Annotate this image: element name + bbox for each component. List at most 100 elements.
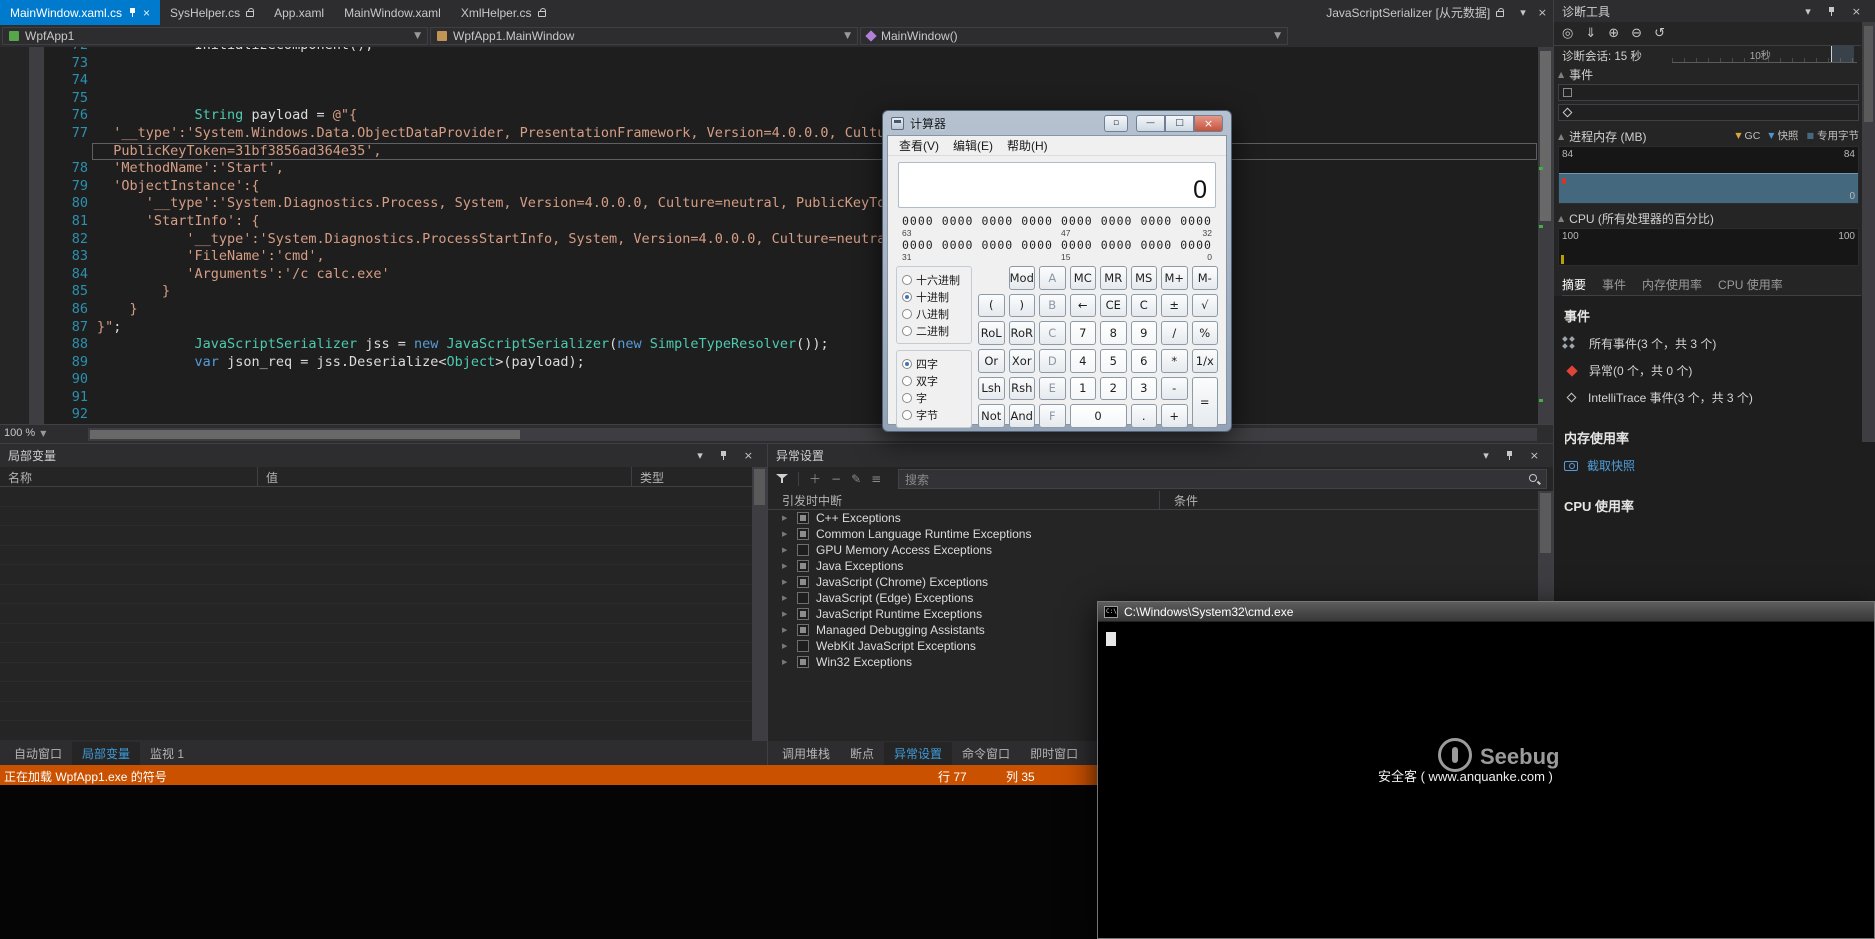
locals-title-bar[interactable]: 局部变量 ▾ × <box>0 444 767 467</box>
calc-key-1/x[interactable]: 1/x <box>1192 349 1219 373</box>
cmd-title-bar[interactable]: C:\ C:\Windows\System32\cmd.exe <box>1098 602 1874 622</box>
breakpoint-margin[interactable] <box>0 47 29 424</box>
bit-group[interactable]: 0000 <box>1101 214 1133 238</box>
summary-item[interactable]: 所有事件(3 个，共 3 个) <box>1564 335 1865 352</box>
expander-icon[interactable]: ▶ <box>782 546 790 554</box>
radio-option[interactable]: 八进制 <box>902 305 966 322</box>
exception-checkbox[interactable] <box>797 528 809 540</box>
calc-key-9[interactable]: 9 <box>1131 321 1158 345</box>
menu-item[interactable]: 帮助(H) <box>1000 137 1055 154</box>
minimize-button[interactable]: — <box>1136 115 1165 132</box>
expander-icon[interactable]: ▶ <box>782 642 790 650</box>
bit-group[interactable]: 000031 <box>902 238 934 262</box>
doc-tab[interactable]: App.xaml <box>264 0 334 25</box>
bit-group[interactable]: 0000 <box>982 238 1014 262</box>
pin-icon[interactable] <box>1827 6 1836 17</box>
zoom-in-icon[interactable]: ⊕ <box>1608 27 1619 40</box>
calc-key-([interactable]: ( <box>978 294 1005 318</box>
take-snapshot-link[interactable]: 截取快照 <box>1564 457 1865 474</box>
calc-key-E[interactable]: E <box>1039 377 1066 401</box>
doc-tab[interactable]: MainWindow.xaml <box>334 0 451 25</box>
member-dropdown[interactable]: MainWindow() ▼ <box>860 27 1288 45</box>
calc-key-*[interactable]: * <box>1161 349 1188 373</box>
bit-group[interactable]: 0000 <box>1021 238 1053 262</box>
locals-grid[interactable] <box>0 487 752 741</box>
tab-list-dropdown-icon[interactable]: ▾ <box>1514 0 1532 25</box>
diag-tab[interactable]: 内存使用率 <box>1642 276 1702 293</box>
calc-key-Lsh[interactable]: Lsh <box>978 377 1005 401</box>
reset-view-icon[interactable]: ↺ <box>1654 27 1665 40</box>
calc-key-Rsh[interactable]: Rsh <box>1009 377 1036 401</box>
scrollbar-thumb[interactable] <box>1540 51 1551 221</box>
add-icon[interactable]: ＋ <box>809 473 821 485</box>
close-icon[interactable]: × <box>1846 5 1867 18</box>
expander-icon[interactable]: ▶ <box>782 562 790 570</box>
calc-key-=[interactable]: = <box>1192 377 1219 428</box>
close-icon[interactable]: × <box>1524 449 1545 462</box>
calc-key-5[interactable]: 5 <box>1100 349 1127 373</box>
calc-key-←[interactable]: ← <box>1070 294 1097 318</box>
editor-vertical-scrollbar[interactable] <box>1538 47 1553 424</box>
panel-tab[interactable]: 局部变量 <box>72 742 140 765</box>
summary-item[interactable]: IntelliTrace 事件(3 个，共 3 个) <box>1564 389 1865 406</box>
calc-key-C[interactable]: C <box>1039 321 1066 345</box>
calc-key-3[interactable]: 3 <box>1131 377 1158 401</box>
exception-checkbox[interactable] <box>797 624 809 636</box>
exceptions-title-bar[interactable]: 异常设置 ▾ × <box>768 444 1553 467</box>
editor-horizontal-scrollbar[interactable] <box>88 428 1537 441</box>
calc-key-MC[interactable]: MC <box>1070 266 1097 290</box>
code-lines[interactable]: InitializeComponent(); String payload = … <box>92 47 1537 424</box>
expander-icon[interactable]: ▶ <box>782 594 790 602</box>
calc-key-MS[interactable]: MS <box>1131 266 1158 290</box>
doc-tab[interactable]: XmlHelper.cs <box>451 0 556 25</box>
pin-icon[interactable] <box>1505 450 1514 461</box>
exception-checkbox[interactable] <box>797 560 809 572</box>
calc-key-/[interactable]: / <box>1161 321 1188 345</box>
search-icon[interactable] <box>1528 473 1540 485</box>
timeline-ruler[interactable]: 10秒 <box>1672 46 1857 63</box>
scrollbar-thumb[interactable] <box>90 430 520 439</box>
bit-group[interactable]: 0000 <box>1101 238 1133 262</box>
calc-key-F[interactable]: F <box>1039 404 1066 428</box>
calc-key-±[interactable]: ± <box>1161 294 1188 318</box>
locals-scrollbar[interactable] <box>752 467 767 741</box>
expander-icon[interactable]: ▶ <box>782 578 790 586</box>
exception-checkbox[interactable] <box>797 656 809 668</box>
calc-key-RoR[interactable]: RoR <box>1009 321 1036 345</box>
export-icon[interactable]: ⇓ <box>1585 27 1596 40</box>
diag-tab[interactable]: 事件 <box>1602 276 1626 293</box>
project-dropdown[interactable]: WpfApp1 ▼ <box>2 27 428 45</box>
diag-tab[interactable]: 摘要 <box>1562 276 1586 293</box>
bit-group[interactable]: 00000 <box>1180 238 1212 262</box>
maximize-button[interactable]: □ <box>1165 115 1194 132</box>
select-tool-icon[interactable]: ◎ <box>1562 27 1573 40</box>
zoom-out-icon[interactable]: ⊖ <box>1631 27 1642 40</box>
panel-tab[interactable]: 调用堆栈 <box>772 742 840 765</box>
code-editor[interactable]: 7273747576777879808182838485868788899091… <box>0 47 1553 424</box>
radio-option[interactable]: 二进制 <box>902 322 966 339</box>
bit-group[interactable]: 0000 <box>1141 214 1173 238</box>
bit-group[interactable]: 000015 <box>1061 238 1093 262</box>
close-document-icon[interactable]: × <box>1532 0 1553 25</box>
remove-icon[interactable]: − <box>831 473 841 485</box>
doc-tab[interactable]: MainWindow.xaml.cs× <box>0 0 160 25</box>
exception-checkbox[interactable] <box>797 592 809 604</box>
panel-tab[interactable]: 命令窗口 <box>952 742 1020 765</box>
calc-key-√[interactable]: √ <box>1192 294 1219 318</box>
radio-option[interactable]: 十进制 <box>902 288 966 305</box>
close-button[interactable]: × <box>1194 115 1223 132</box>
bit-group[interactable]: 0000 <box>1021 214 1053 238</box>
exception-checkbox[interactable] <box>797 640 809 652</box>
bit-group[interactable]: 0000 <box>942 238 974 262</box>
bit-group[interactable]: 000047 <box>1061 214 1093 238</box>
calc-key-)[interactable]: ) <box>1009 294 1036 318</box>
menu-item[interactable]: 编辑(E) <box>946 137 1000 154</box>
calc-key-MR[interactable]: MR <box>1100 266 1127 290</box>
titlebar-extra-button[interactable]: ▫ <box>1104 115 1128 132</box>
calc-key-+[interactable]: + <box>1161 404 1188 428</box>
panel-tab[interactable]: 即时窗口 <box>1020 742 1088 765</box>
calc-key-8[interactable]: 8 <box>1100 321 1127 345</box>
locals-column-header[interactable]: 名称 <box>0 467 258 486</box>
events-section-header[interactable]: ▲ 事件 <box>1558 66 1593 83</box>
zoom-control[interactable]: 100 % ▼ <box>4 427 46 439</box>
